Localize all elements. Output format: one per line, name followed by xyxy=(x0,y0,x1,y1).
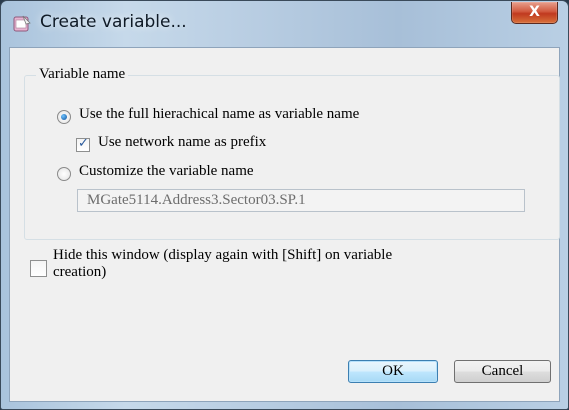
hide-window-label-line2: creation) xyxy=(53,264,107,280)
close-icon: X xyxy=(529,4,540,20)
network-prefix-checkbox[interactable] xyxy=(76,136,90,152)
window-title: Create variable... xyxy=(40,12,187,32)
hide-window-checkbox-label[interactable]: Hide this window (display again with [Sh… xyxy=(53,247,392,281)
variable-name-group-label: Variable name xyxy=(36,66,129,83)
variable-name-group xyxy=(24,75,560,240)
ok-button[interactable]: OK xyxy=(348,360,438,383)
network-prefix-checkbox-label[interactable]: Use network name as prefix xyxy=(98,134,266,151)
hide-window-checkbox[interactable] xyxy=(30,260,47,277)
full-name-radio-label[interactable]: Use the full hierachical name as variabl… xyxy=(79,106,359,123)
custom-variable-name-input[interactable]: MGate5114.Address3.Sector03.SP.1 xyxy=(77,189,525,212)
close-button[interactable]: X xyxy=(511,2,558,24)
cancel-button[interactable]: Cancel xyxy=(454,360,551,383)
custom-name-radio-label[interactable]: Customize the variable name xyxy=(79,163,254,180)
custom-name-radio[interactable] xyxy=(57,167,71,181)
app-window-icon xyxy=(13,15,31,32)
title-bar[interactable]: Create variable... X xyxy=(1,1,568,47)
dialog-client-area: Variable name Use the full hierachical n… xyxy=(9,47,560,402)
full-name-radio[interactable] xyxy=(57,110,71,124)
hide-window-label-line1: Hide this window (display again with [Sh… xyxy=(53,247,393,263)
dialog-window: Create variable... X Variable name Use t… xyxy=(0,0,569,410)
